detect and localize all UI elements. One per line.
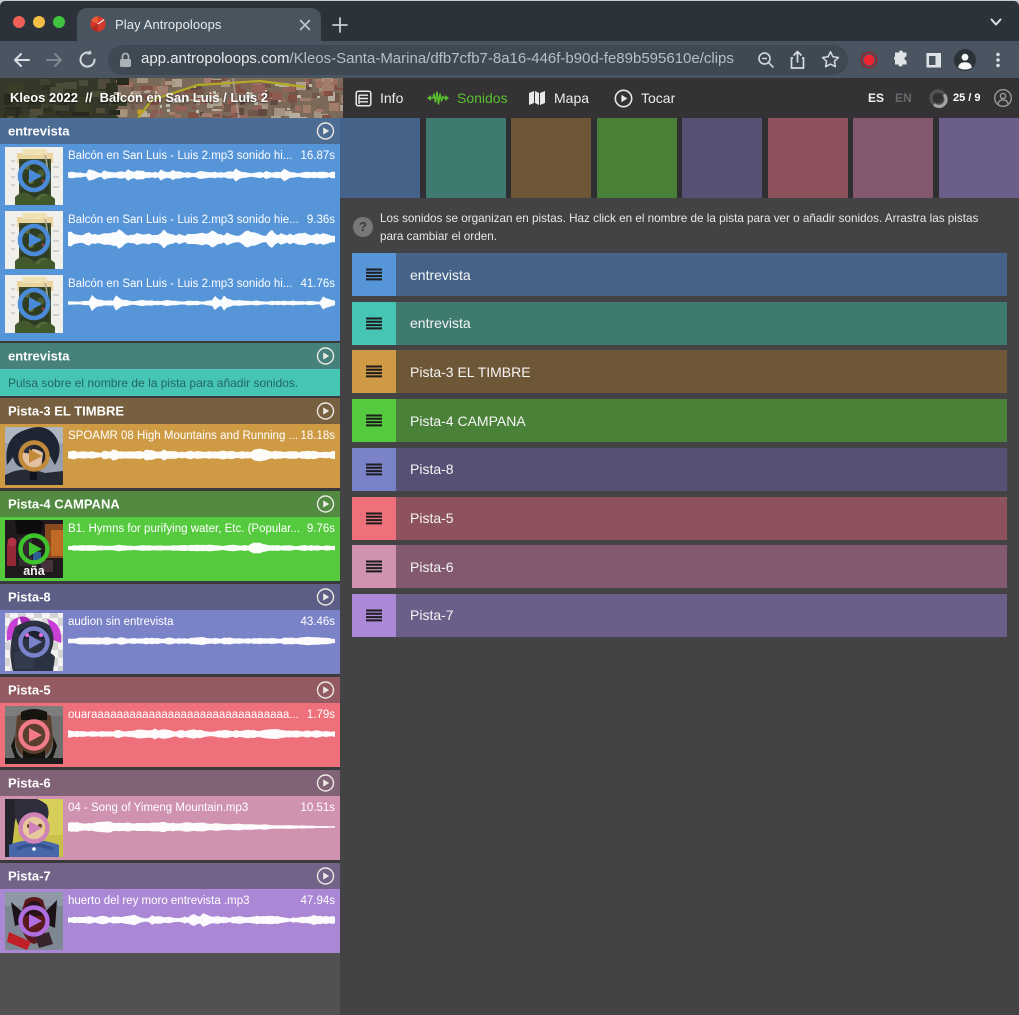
svg-text:aña: aña	[23, 564, 46, 578]
